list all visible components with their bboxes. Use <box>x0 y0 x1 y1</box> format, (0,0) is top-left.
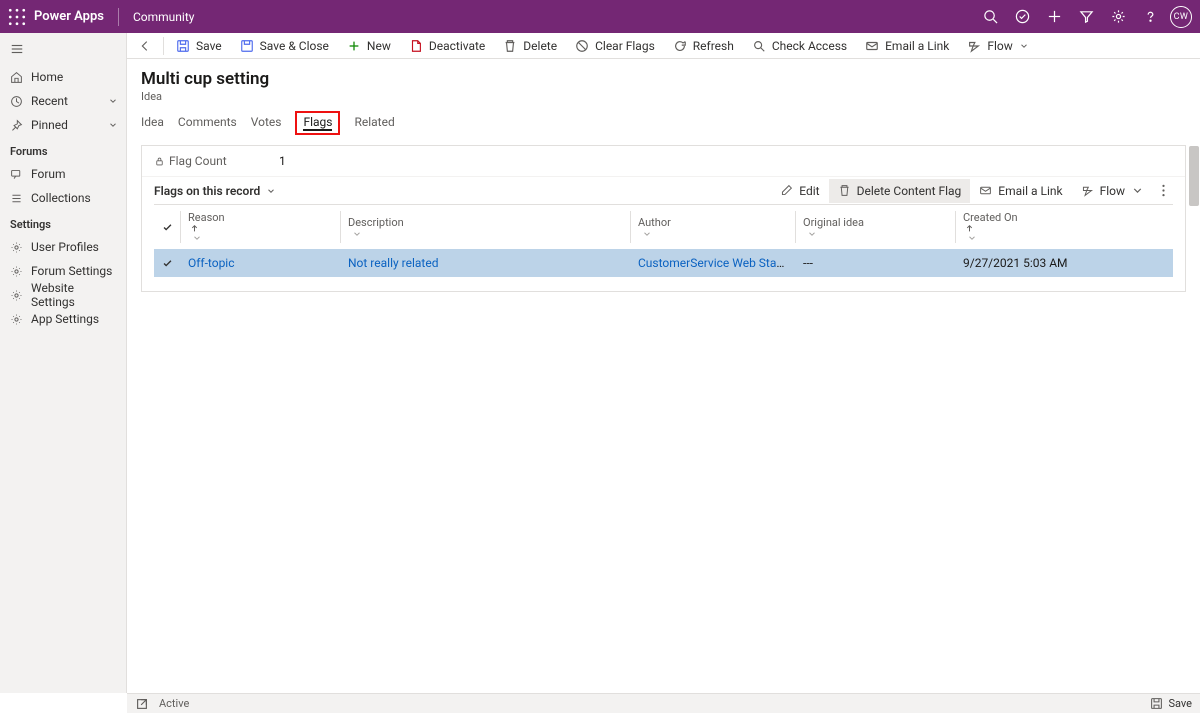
nav-label: Recent <box>31 94 68 108</box>
tab-content: Flag Count 1 Flags on this record Edit D… <box>141 145 1186 292</box>
subgrid-flow[interactable]: Flow <box>1072 179 1153 203</box>
col-select[interactable] <box>154 205 180 250</box>
record-state: Active <box>159 697 189 710</box>
nav-group-forums: Forums <box>0 137 126 162</box>
flags-grid: Reason Description Author Original idea … <box>142 204 1185 291</box>
col-author[interactable]: Author <box>630 205 795 250</box>
scrollbar[interactable] <box>1189 146 1199 206</box>
chevron-down-icon <box>1019 41 1029 51</box>
subgrid-more[interactable] <box>1153 179 1173 203</box>
cmd-email-link[interactable]: Email a Link <box>857 33 957 59</box>
back-button[interactable] <box>131 33 159 59</box>
col-description[interactable]: Description <box>340 205 630 250</box>
record-header: Multi cup setting Idea <box>127 59 1200 103</box>
filter-icon[interactable] <box>1070 0 1102 33</box>
chevron-down-icon <box>108 96 118 106</box>
page-title: Multi cup setting <box>141 69 1200 89</box>
cmd-deactivate[interactable]: Deactivate <box>401 33 493 59</box>
cmd-delete[interactable]: Delete <box>495 33 565 59</box>
subgrid-header: Flags on this record Edit Delete Content… <box>142 176 1185 204</box>
tab-flags[interactable]: Flags <box>295 111 340 135</box>
nav-app-settings[interactable]: App Settings <box>0 307 126 331</box>
nav-label: Collections <box>31 191 91 205</box>
chevron-down-icon <box>266 186 276 196</box>
tab-comments[interactable]: Comments <box>178 115 237 135</box>
nav-label: Pinned <box>31 118 68 132</box>
search-icon[interactable] <box>974 0 1006 33</box>
subgrid-email-link[interactable]: Email a Link <box>970 179 1071 203</box>
cell-description[interactable]: Not really related <box>348 256 438 270</box>
nav-home[interactable]: Home <box>0 65 126 89</box>
field-flag-count: Flag Count 1 <box>142 146 1185 176</box>
cmd-flow[interactable]: Flow <box>959 33 1036 59</box>
col-reason[interactable]: Reason <box>180 205 340 250</box>
environment-label[interactable]: Community <box>133 10 194 24</box>
row-checkbox[interactable] <box>154 249 180 277</box>
nav-pinned[interactable]: Pinned <box>0 113 126 137</box>
nav-label: Home <box>31 70 63 84</box>
lock-icon <box>154 156 165 167</box>
statusbar-save[interactable]: Save <box>1150 697 1192 710</box>
status-bar: Active Save <box>127 693 1200 713</box>
nav-collapse-button[interactable] <box>0 37 126 61</box>
nav-collections[interactable]: Collections <box>0 186 126 210</box>
field-label: Flag Count <box>169 154 279 168</box>
tab-related[interactable]: Related <box>354 115 394 135</box>
cmd-refresh[interactable]: Refresh <box>665 33 742 59</box>
global-header: Power Apps Community CW <box>0 0 1200 33</box>
brand-divider <box>118 8 119 26</box>
left-nav: Home Recent Pinned Forums Forum Collecti… <box>0 33 127 693</box>
cmd-clear-flags[interactable]: Clear Flags <box>567 33 663 59</box>
subgrid-title[interactable]: Flags on this record <box>154 184 276 198</box>
chevron-down-icon <box>1131 184 1144 197</box>
cmd-save[interactable]: Save <box>168 33 230 59</box>
field-value: 1 <box>279 154 286 168</box>
nav-label: App Settings <box>31 312 99 326</box>
help-icon[interactable] <box>1134 0 1166 33</box>
popout-icon[interactable] <box>135 697 149 711</box>
nav-recent[interactable]: Recent <box>0 89 126 113</box>
app-launcher-icon[interactable] <box>8 8 26 26</box>
add-icon[interactable] <box>1038 0 1070 33</box>
col-original[interactable]: Original idea <box>795 205 955 250</box>
nav-user-profiles[interactable]: User Profiles <box>0 235 126 259</box>
brand-label: Power Apps <box>34 9 118 24</box>
nav-label: Forum Settings <box>31 264 112 278</box>
nav-label: Website Settings <box>31 281 118 309</box>
cell-created: 9/27/2021 5:03 AM <box>955 249 1173 277</box>
cell-reason[interactable]: Off-topic <box>188 256 235 270</box>
command-bar: Save Save & Close New Deactivate Delete … <box>127 33 1200 59</box>
page-subtitle: Idea <box>141 90 1200 103</box>
grid-row[interactable]: Off-topic Not really related CustomerSer… <box>154 249 1173 277</box>
nav-forum-settings[interactable]: Forum Settings <box>0 259 126 283</box>
chevron-down-icon <box>108 120 118 130</box>
subgrid-edit[interactable]: Edit <box>771 179 828 203</box>
nav-label: Forum <box>31 167 66 181</box>
cell-original: --- <box>795 249 955 277</box>
tab-votes[interactable]: Votes <box>251 115 282 135</box>
subgrid-delete-content-flag[interactable]: Delete Content Flag <box>829 179 971 203</box>
nav-label: User Profiles <box>31 240 99 254</box>
nav-forum[interactable]: Forum <box>0 162 126 186</box>
task-icon[interactable] <box>1006 0 1038 33</box>
form-tabs: Idea Comments Votes Flags Related <box>127 103 1200 135</box>
cell-author[interactable]: CustomerService Web Staging <box>638 256 795 270</box>
main-area: Save Save & Close New Deactivate Delete … <box>127 33 1200 693</box>
col-created[interactable]: Created On <box>955 205 1173 250</box>
cmd-save-close[interactable]: Save & Close <box>232 33 337 59</box>
tab-idea[interactable]: Idea <box>141 115 164 135</box>
nav-group-settings: Settings <box>0 210 126 235</box>
nav-website-settings[interactable]: Website Settings <box>0 283 126 307</box>
user-avatar[interactable]: CW <box>1170 6 1192 28</box>
cmd-check-access[interactable]: Check Access <box>744 33 855 59</box>
settings-icon[interactable] <box>1102 0 1134 33</box>
cmd-new[interactable]: New <box>339 33 399 59</box>
